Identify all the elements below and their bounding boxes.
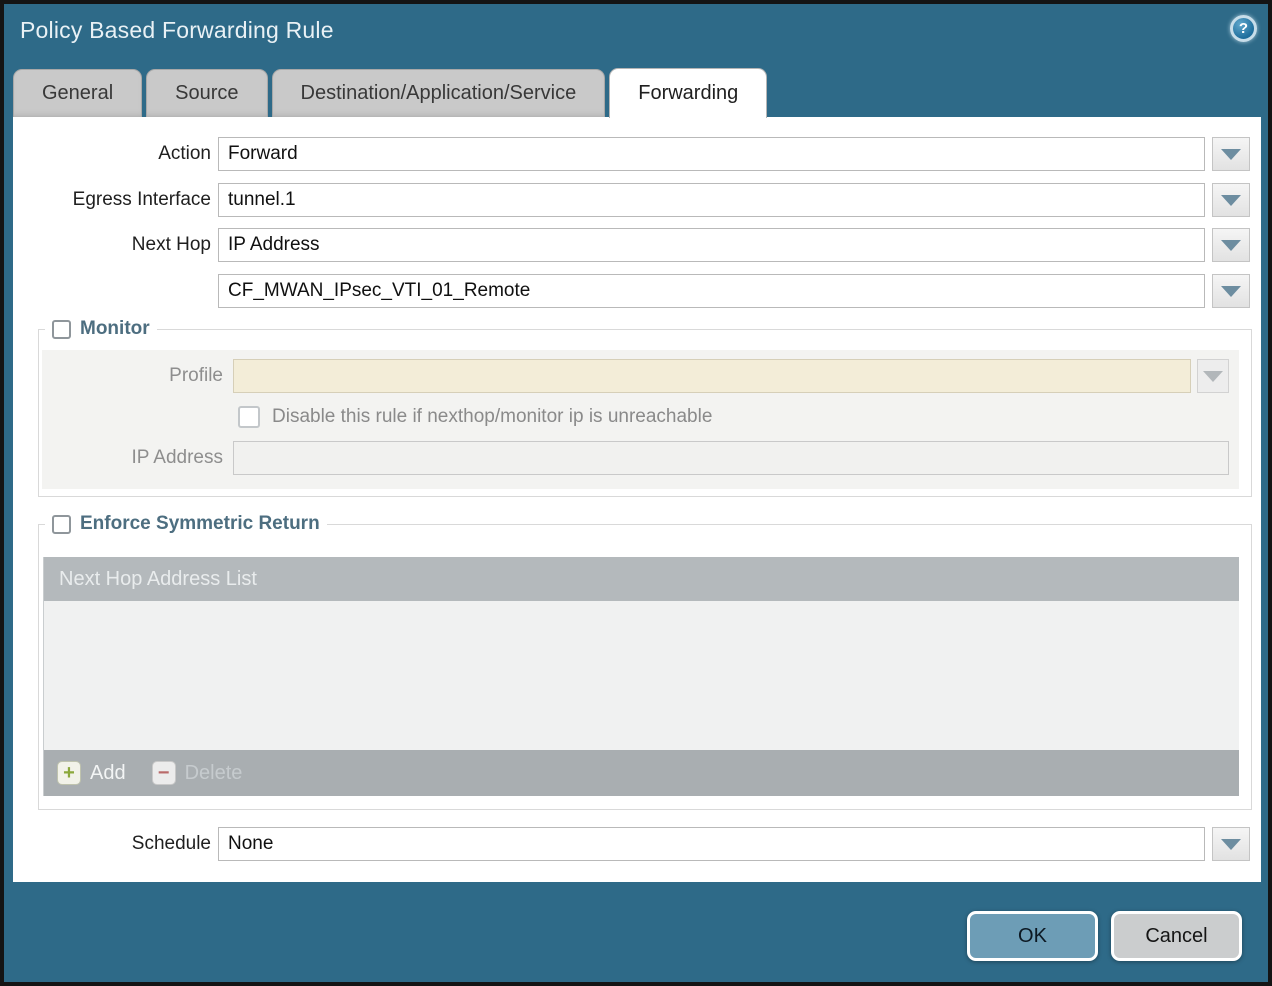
delete-button: − Delete (152, 761, 243, 785)
monitor-profile-dropdown-button (1197, 359, 1229, 393)
monitor-profile-row: Profile (42, 359, 1229, 393)
add-button-label: Add (90, 762, 126, 785)
egress-interface-row: Egress Interface tunnel.1 (13, 183, 1261, 217)
next-hop-dropdown-button[interactable] (1212, 228, 1250, 262)
policy-based-forwarding-dialog: Policy Based Forwarding Rule ? General S… (0, 0, 1272, 986)
tab-general[interactable]: General (13, 69, 142, 118)
action-label: Action (13, 143, 211, 165)
enforce-symmetric-return-legend-label: Enforce Symmetric Return (80, 513, 320, 535)
enforce-symmetric-return-section: Enforce Symmetric Return Next Hop Addres… (38, 513, 1252, 810)
chevron-down-icon (1203, 371, 1223, 382)
next-hop-address-list-table: Next Hop Address List + Add − Delete (43, 557, 1239, 796)
next-hop-address-list-footer: + Add − Delete (44, 750, 1239, 796)
monitor-legend-label: Monitor (80, 318, 150, 340)
help-icon[interactable]: ? (1230, 15, 1257, 42)
tab-source[interactable]: Source (146, 69, 267, 118)
next-hop-address-list-header: Next Hop Address List (44, 557, 1239, 601)
next-hop-row: Next Hop IP Address (13, 228, 1261, 262)
monitor-section: Monitor Profile Disable this rule if nex… (38, 318, 1252, 497)
monitor-disable-rule-row: Disable this rule if nexthop/monitor ip … (238, 406, 1229, 428)
chevron-down-icon (1221, 240, 1241, 251)
monitor-panel: Profile Disable this rule if nexthop/mon… (42, 350, 1239, 489)
schedule-dropdown-button[interactable] (1212, 827, 1250, 861)
action-row: Action Forward (13, 137, 1261, 171)
monitor-checkbox[interactable] (52, 320, 71, 339)
monitor-legend: Monitor (45, 318, 157, 340)
next-hop-address-dropdown-button[interactable] (1212, 274, 1250, 308)
schedule-label: Schedule (13, 833, 211, 855)
cancel-button[interactable]: Cancel (1111, 911, 1242, 961)
next-hop-select[interactable]: IP Address (218, 228, 1205, 262)
add-button[interactable]: + Add (57, 761, 126, 785)
schedule-select[interactable]: None (218, 827, 1205, 861)
disable-rule-checkbox (238, 406, 260, 428)
egress-interface-label: Egress Interface (13, 189, 211, 211)
egress-interface-dropdown-button[interactable] (1212, 183, 1250, 217)
monitor-ip-address-label: IP Address (42, 447, 223, 469)
tab-forwarding[interactable]: Forwarding (609, 68, 767, 118)
monitor-ip-address-row: IP Address (42, 441, 1229, 475)
next-hop-address-row: CF_MWAN_IPsec_VTI_01_Remote (13, 274, 1261, 308)
chevron-down-icon (1221, 839, 1241, 850)
chevron-down-icon (1221, 149, 1241, 160)
egress-interface-select[interactable]: tunnel.1 (218, 183, 1205, 217)
action-dropdown-button[interactable] (1212, 137, 1250, 171)
tab-bar: General Source Destination/Application/S… (13, 68, 767, 118)
disable-rule-label: Disable this rule if nexthop/monitor ip … (272, 406, 712, 428)
monitor-profile-label: Profile (42, 365, 223, 387)
ok-button[interactable]: OK (967, 911, 1098, 961)
tab-destination-application-service[interactable]: Destination/Application/Service (272, 69, 606, 118)
chevron-down-icon (1221, 195, 1241, 206)
next-hop-label: Next Hop (13, 234, 211, 256)
enforce-symmetric-return-checkbox[interactable] (52, 515, 71, 534)
dialog-title: Policy Based Forwarding Rule (20, 17, 334, 44)
forwarding-tab-content: Action Forward Egress Interface tunnel.1… (13, 117, 1261, 882)
next-hop-address-select[interactable]: CF_MWAN_IPsec_VTI_01_Remote (218, 274, 1205, 308)
minus-icon: − (152, 761, 176, 785)
enforce-symmetric-return-legend: Enforce Symmetric Return (45, 513, 327, 535)
next-hop-address-list-body[interactable] (44, 601, 1239, 750)
monitor-profile-select (233, 359, 1191, 393)
action-select[interactable]: Forward (218, 137, 1205, 171)
monitor-ip-address-input (233, 441, 1229, 475)
chevron-down-icon (1221, 286, 1241, 297)
delete-button-label: Delete (185, 762, 243, 785)
plus-icon: + (57, 761, 81, 785)
schedule-row: Schedule None (13, 827, 1261, 861)
